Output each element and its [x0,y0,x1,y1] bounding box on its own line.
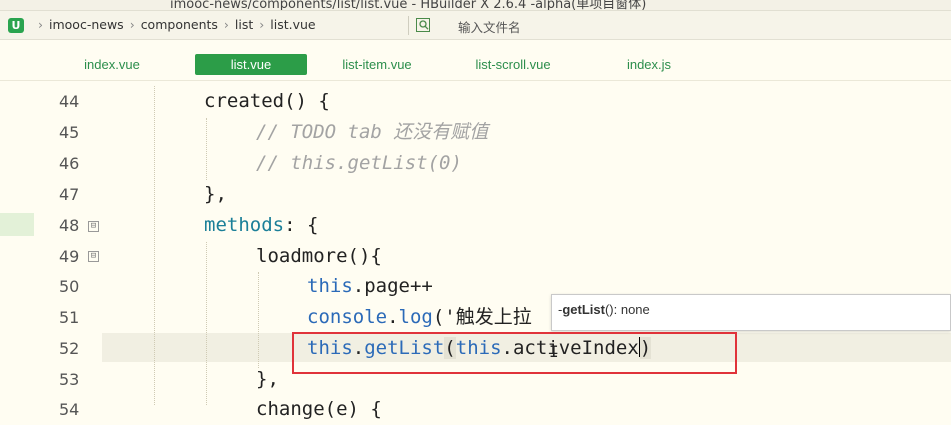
indent-guide [154,86,155,405]
search-icon[interactable] [416,18,430,32]
fold-collapse-icon[interactable]: ⊟ [88,221,99,232]
code-line-48[interactable]: methods: { [204,210,318,241]
gutter-highlight [0,213,34,236]
app-logo-icon[interactable]: U [8,18,24,33]
code-line-47[interactable]: }, [204,179,227,210]
line-number: 45 [59,123,80,142]
address-bar: U › imooc-news › components › list › list.vue [0,11,951,40]
indent-guide [206,242,207,405]
line-number: 47 [59,185,80,204]
chevron-right-icon: › [38,17,43,32]
breadcrumb-item[interactable]: imooc-news [49,17,124,32]
tab-list-item-vue[interactable]: list-item.vue [330,54,424,75]
fold-collapse-icon[interactable]: ⊟ [88,251,99,262]
line-number: 49 [59,247,80,266]
code-line-54[interactable]: change(e) { [256,394,382,425]
chevron-right-icon: › [259,17,265,32]
code-line-49[interactable]: loadmore(){ [256,241,382,272]
line-number: 52 [59,339,80,358]
breadcrumb: › imooc-news › components › list › list.vue [32,17,316,32]
code-line-52[interactable]: this.getList(this.activeIndex) [307,333,652,364]
indent-guide [258,272,259,368]
chevron-right-icon: › [129,17,135,32]
code-line-45[interactable]: // TODO tab 还没有赋值 [256,117,488,148]
code-line-50[interactable]: this.page++ [307,271,433,302]
line-number: 46 [59,154,80,173]
line-number: 50 [59,277,80,296]
chevron-right-icon: › [223,17,229,32]
hint-function-name: getList [562,302,605,317]
window-titlebar: imooc-news/components/list/list.vue - HB… [0,0,951,11]
breadcrumb-item[interactable]: components [141,17,218,32]
editor-tab-bar: index.vue list.vue list-item.vue list-sc… [0,40,951,81]
window-title: imooc-news/components/list/list.vue - HB… [170,0,647,11]
indent-guide [206,118,207,180]
line-number: 53 [59,370,80,389]
ibeam-cursor-icon: I [549,342,559,361]
line-number: 44 [59,92,80,111]
tab-list-scroll-vue[interactable]: list-scroll.vue [462,54,564,75]
line-number: 54 [59,400,80,419]
line-number: 51 [59,308,80,327]
line-number: 48 [59,216,80,235]
tab-index-js[interactable]: index.js [618,54,680,75]
tab-list-vue[interactable]: list.vue [195,54,307,75]
tab-index-vue[interactable]: index.vue [74,54,150,75]
divider [408,16,409,35]
code-line-44[interactable]: created() { [204,86,330,117]
code-line-51[interactable]: console.log('触发上拉 [307,302,532,333]
code-line-53[interactable]: }, [256,364,279,395]
file-search-input[interactable] [456,17,710,37]
breadcrumb-item[interactable]: list [235,17,253,32]
code-line-46[interactable]: // this.getList(0) [256,148,462,179]
breadcrumb-item[interactable]: list.vue [270,17,315,32]
parameter-hint-tooltip: -getList(): none [551,294,951,331]
